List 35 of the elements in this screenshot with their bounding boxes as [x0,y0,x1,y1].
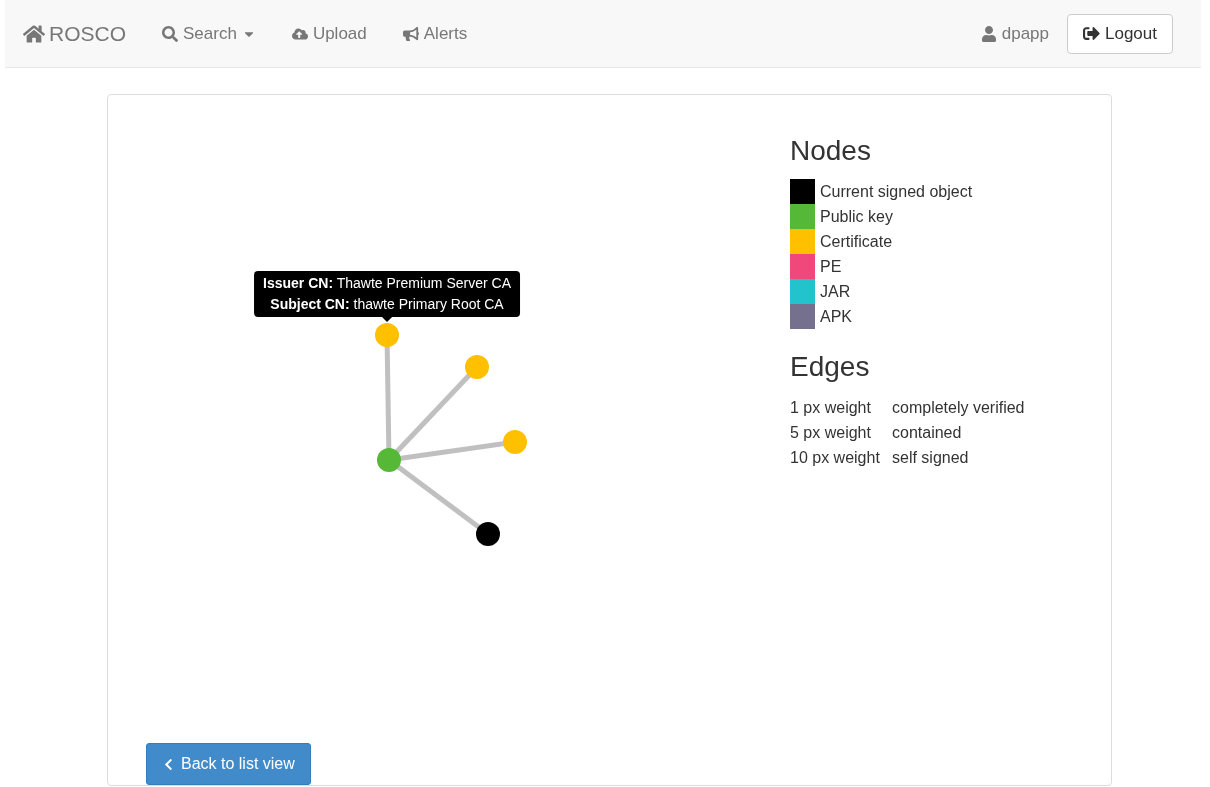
graph-node[interactable] [503,430,527,454]
edge-weight: 10 px weight [790,448,881,468]
edge-meaning: self signed [892,448,970,468]
user-link[interactable]: dpapp [980,23,1049,44]
legend-label: Public key [820,207,893,226]
search-icon [162,25,178,42]
edge-meaning: contained [892,423,963,443]
tooltip-text: Issuer CN: Thawte Premium Server CA [263,274,511,293]
home-icon [23,22,45,45]
megaphone-icon [402,25,419,42]
legend-label: Current signed object [820,182,973,201]
legend-label: JAR [820,282,851,301]
chevron-left-icon [162,757,175,771]
nav-link[interactable]: Upload [291,23,367,44]
logout-icon [1083,25,1100,42]
edge-meaning: completely verified [892,398,1025,418]
graph-node[interactable] [465,355,489,379]
graph-node[interactable] [377,448,401,472]
user-icon [980,25,997,42]
logout-button[interactable]: Logout [1067,13,1173,54]
graph-node[interactable] [375,323,399,347]
legend-label: APK [820,307,852,326]
brand-link[interactable]: ROSCO [23,21,126,46]
legend-heading: Nodes [790,135,872,167]
legend-label: Certificate [820,232,893,251]
back-button[interactable]: Back to list view [146,743,311,785]
nav-link[interactable]: Alerts [402,23,468,44]
edge-weight: 5 px weight [790,423,872,443]
legend-heading: Edges [790,351,871,383]
legend-label: PE [820,257,842,276]
nav-link[interactable]: Search [162,23,256,44]
graph-node[interactable] [476,522,500,546]
tooltip-text: Subject CN: thawte Primary Root CA [269,295,505,314]
edge-weight: 1 px weight [790,398,872,418]
cloud-upload-icon [291,25,308,42]
